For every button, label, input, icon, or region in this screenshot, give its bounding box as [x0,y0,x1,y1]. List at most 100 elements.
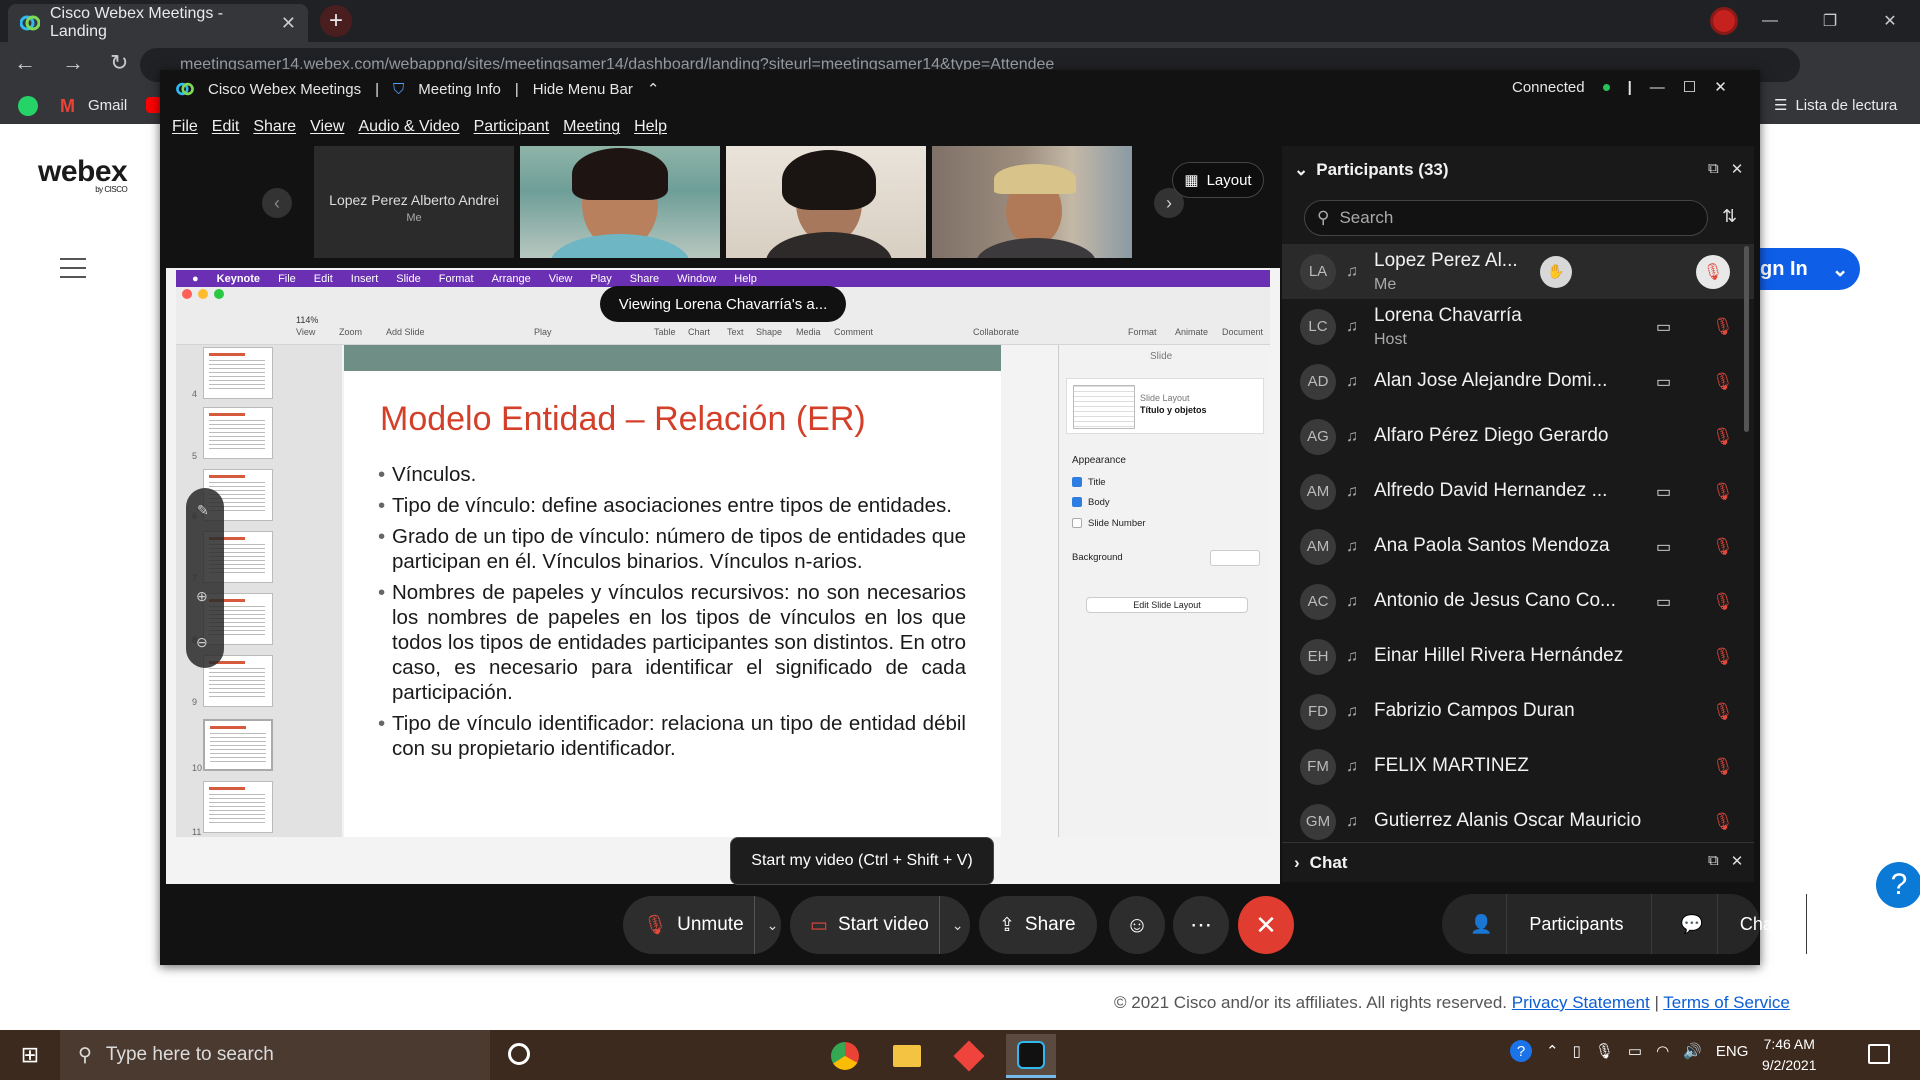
wifi-icon[interactable]: ◠ [1656,1042,1669,1060]
maximize-icon[interactable]: ☐ [1683,78,1696,96]
menu-view[interactable]: View [310,118,344,136]
close-window-icon[interactable]: ✕ [1860,11,1920,31]
participant-row[interactable]: LC ♫ Lorena Chavarría Host ▭ 🎙 [1282,299,1754,354]
muted-mic-icon[interactable]: 🎙 [1696,254,1730,289]
slide-thumbnail[interactable] [203,407,273,459]
share-button[interactable]: ⇪ Share [979,896,1097,954]
hamburger-menu-icon[interactable] [60,258,86,278]
audio-options-chevron-icon[interactable]: ⌄ [753,896,778,954]
menu-edit[interactable]: Edit [212,118,240,136]
menu-share[interactable]: Share [253,118,296,136]
privacy-link[interactable]: Privacy Statement [1512,993,1650,1012]
taskbar-search-input[interactable]: ⚲ Type here to search [60,1030,490,1080]
microphone-icon[interactable]: 🎙 [1595,1042,1614,1060]
keynote-menu-item: Share [629,272,660,285]
close-icon[interactable]: ✕ [1714,78,1727,96]
meeting-info-button[interactable]: Meeting Info [418,81,501,98]
chat-panel-header[interactable]: › Chat [1282,842,1754,882]
participant-row[interactable]: AC ♫ Antonio de Jesus Cano Co... ▭ 🎙 [1282,574,1754,629]
volume-icon[interactable]: 🔊 [1683,1042,1702,1060]
restore-icon[interactable]: ❐ [1800,11,1860,31]
hide-menu-bar-button[interactable]: Hide Menu Bar [533,81,633,98]
participant-row[interactable]: EH ♫ Einar Hillel Rivera Hernández 🎙 [1282,629,1754,684]
close-tab-icon[interactable]: ✕ [281,13,296,34]
participant-row[interactable]: AM ♫ Alfredo David Hernandez ... ▭ 🎙 [1282,464,1754,519]
battery-icon[interactable]: ▭ [1628,1042,1642,1060]
participant-row[interactable]: AG ♫ Alfaro Pérez Diego Gerardo 🎙 [1282,409,1754,464]
more-options-button[interactable]: ⋯ [1173,896,1229,954]
slide-thumbnail[interactable] [203,781,273,833]
help-icon[interactable]: ? [1510,1040,1532,1062]
sort-icon[interactable]: ⇅ [1722,206,1737,227]
participant-name: Lorena Chavarría [1374,305,1522,326]
chevron-up-icon[interactable]: ⌃ [1546,1042,1559,1060]
video-options-chevron-icon[interactable]: ⌄ [938,896,964,954]
notifications-icon[interactable] [1868,1044,1890,1064]
file-explorer-icon[interactable] [882,1034,932,1078]
participant-row[interactable]: LA ♫ Lopez Perez Al... Me ✋ 🎙 [1282,244,1754,299]
participant-row[interactable]: AM ♫ Ana Paola Santos Mendoza ▭ 🎙 [1282,519,1754,574]
participants-header[interactable]: ⌄ Participants (33) [1294,160,1449,180]
participant-row[interactable]: GM ♫ Gutierrez Alanis Oscar Mauricio 🎙 [1282,794,1754,849]
chevron-up-icon[interactable]: ⌃ [647,80,660,98]
keynote-tool-label: Comment [834,327,874,337]
sign-in-label: gn In [1760,257,1808,280]
gmail-icon[interactable]: M [60,96,75,117]
cortana-icon[interactable] [508,1043,530,1065]
windows-start-icon[interactable]: ⊞ [0,1030,60,1080]
pop-out-icon[interactable]: ⧉ [1708,852,1719,870]
anydesk-icon[interactable] [944,1034,994,1078]
close-icon[interactable]: ✕ [1731,160,1744,178]
more-panels-button[interactable]: ⋯ [1807,894,1853,954]
zoom-in-icon[interactable]: ⊕ [196,588,208,605]
minimize-icon[interactable]: — [1650,79,1665,96]
layout-button[interactable]: ▦ Layout [1172,162,1264,198]
participant-row[interactable]: AD ♫ Alan Jose Alejandre Domi... ▭ 🎙 [1282,354,1754,409]
filmstrip-prev-button[interactable]: ‹ [262,188,292,218]
slide-thumbnail-selected[interactable] [203,719,273,771]
participant-row[interactable]: FD ♫ Fabrizio Campos Duran 🎙 [1282,684,1754,739]
taskbar-clock[interactable]: 7:46 AM 9/2/2021 [1762,1034,1817,1076]
zoom-out-icon[interactable]: ⊖ [196,634,208,651]
start-video-tooltip: Start my video (Ctrl + Shift + V) [730,837,994,885]
profile-badge-icon[interactable] [1710,7,1738,35]
chrome-icon[interactable] [820,1034,870,1078]
browser-tab[interactable]: Cisco Webex Meetings - Landing ✕ [8,4,308,42]
participant-list-scrollbar[interactable] [1744,246,1749,432]
pop-out-icon[interactable]: ⧉ [1708,160,1719,178]
back-icon[interactable]: ← [14,50,36,76]
webex-taskbar-icon[interactable] [1006,1034,1056,1078]
menu-help[interactable]: Help [634,118,667,136]
reload-icon[interactable]: ↻ [110,50,128,76]
participant-row[interactable]: FM ♫ FELIX MARTINEZ 🎙 [1282,739,1754,794]
language-indicator[interactable]: ENG [1716,1043,1749,1060]
video-tile-self[interactable]: Lopez Perez Alberto Andrei Me [314,146,514,258]
menu-meeting[interactable]: Meeting [563,118,620,136]
menu-audio-video[interactable]: Audio & Video [358,118,459,136]
leave-meeting-button[interactable]: ✕ [1238,896,1294,954]
reactions-button[interactable]: ☺ [1109,896,1165,954]
start-video-button[interactable]: ▭ Start video ⌄ [790,896,970,954]
forward-icon[interactable]: → [62,50,84,76]
video-tile[interactable] [726,146,926,258]
chat-toggle-button[interactable]: 💬 Chat [1652,894,1807,954]
raise-hand-icon[interactable]: ✋ [1540,255,1572,288]
slide-thumbnail[interactable] [203,347,273,399]
participant-search-input[interactable]: ⚲ Search [1304,200,1708,236]
help-icon[interactable]: ? [1876,862,1920,908]
device-icon[interactable]: ▯ [1573,1042,1581,1060]
video-tile[interactable] [520,146,720,258]
menu-participant[interactable]: Participant [474,118,550,136]
reading-list[interactable]: ☰ Lista de lectura [1774,96,1897,115]
minimize-icon[interactable]: — [1740,12,1800,30]
bookmark-gmail[interactable]: Gmail [88,97,127,114]
menu-file[interactable]: File [172,118,198,136]
unmute-button[interactable]: 🎙 Unmute ⌄ [623,896,781,954]
terms-link[interactable]: Terms of Service [1663,993,1790,1012]
pen-icon[interactable]: ✎ [197,502,209,519]
participants-toggle-button[interactable]: 👤 Participants [1442,894,1653,954]
whatsapp-icon[interactable] [18,96,38,116]
video-tile[interactable] [932,146,1132,258]
new-tab-button[interactable]: + [320,5,352,37]
close-icon[interactable]: ✕ [1731,852,1744,870]
